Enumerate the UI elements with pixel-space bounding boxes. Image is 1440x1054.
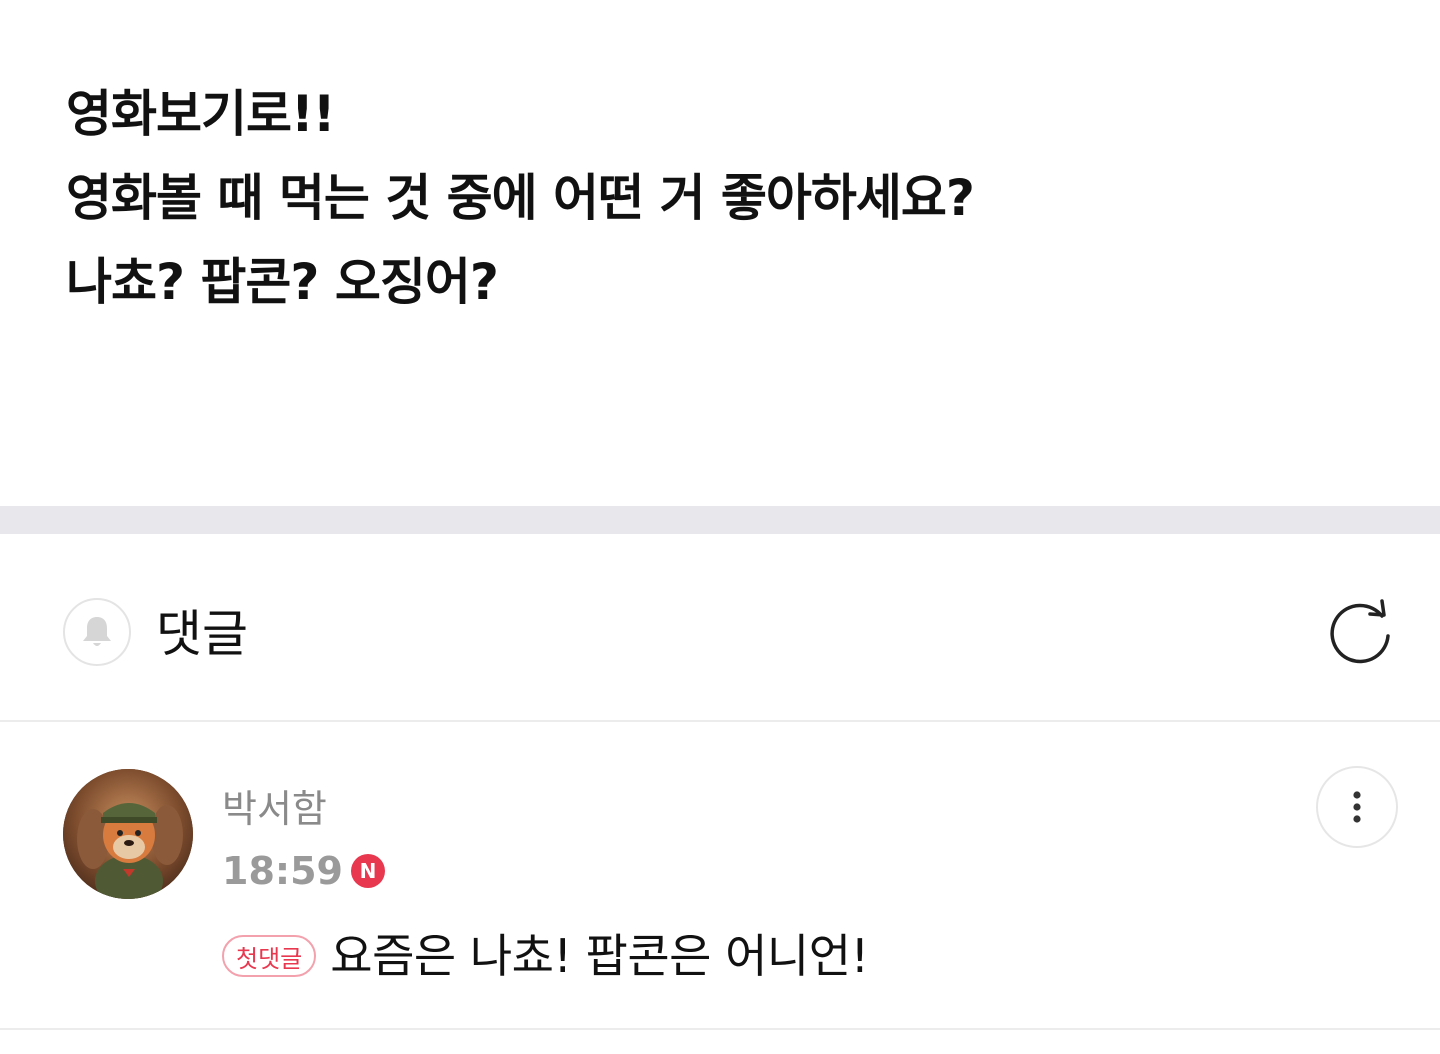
bell-icon [83,617,111,646]
comment-author[interactable]: 박서함 [222,784,327,834]
comment-time: 18:59 [222,849,343,893]
post-body: 영화보기로!! 영화볼 때 먹는 것 중에 어떤 거 좋아하세요? 나쵸? 팝콘… [66,72,1366,324]
more-vertical-icon [1353,791,1361,823]
refresh-button[interactable] [1322,594,1398,670]
notification-bell-button[interactable] [63,598,131,666]
more-options-button[interactable] [1316,766,1398,848]
comment-divider [0,1028,1440,1030]
post-line-1: 영화보기로!! [66,85,336,143]
avatar[interactable] [63,769,193,899]
comments-header: 댓글 [0,534,1440,720]
comment-item: 박서함 18:59 N 첫댓글 요즘은 나쵸! 팝콘은 어니언! [0,722,1440,1028]
post-line-3: 나쵸? 팝콘? 오징어? [66,253,499,311]
section-divider [0,506,1440,534]
comments-title: 댓글 [156,605,248,663]
refresh-icon [1330,599,1390,664]
new-badge: N [350,854,385,888]
first-comment-badge: 첫댓글 [222,935,317,977]
post-line-2: 영화볼 때 먹는 것 중에 어떤 거 좋아하세요? [66,169,975,227]
comment-text: 요즘은 나쵸! 팝콘은 어니언! [330,929,869,983]
comment-content: 첫댓글 요즘은 나쵸! 팝콘은 어니언! [222,928,869,984]
avatar-image [63,769,193,899]
comment-meta: 18:59 N [222,846,385,896]
